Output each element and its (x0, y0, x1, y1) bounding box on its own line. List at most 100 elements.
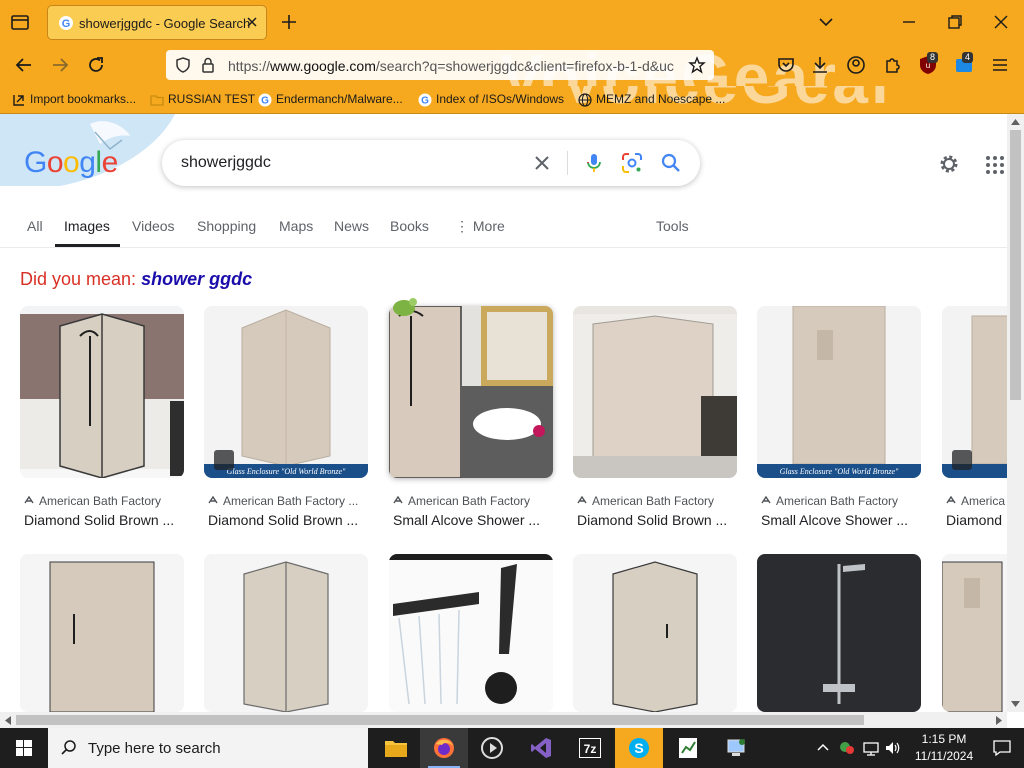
google-apps-icon[interactable] (984, 154, 1006, 176)
result-thumbnail[interactable] (942, 554, 1007, 712)
scrollbar-thumb[interactable] (1010, 130, 1021, 400)
tab-maps[interactable]: Maps (279, 218, 313, 234)
address-bar[interactable]: https://www.google.com/search?q=showerjg… (166, 50, 714, 80)
shield-icon[interactable] (174, 56, 192, 74)
horizontal-scrollbar[interactable] (0, 712, 1007, 728)
scroll-left-icon[interactable] (4, 716, 12, 725)
google-lens-icon[interactable] (620, 151, 644, 175)
search-input[interactable]: showerjggdc (181, 154, 271, 172)
gear-icon[interactable] (937, 152, 961, 176)
taskbar-system-app[interactable] (712, 728, 760, 768)
bookmark-endermanch[interactable]: G Endermanch/Malware... (258, 92, 403, 108)
tab-shopping[interactable]: Shopping (197, 218, 256, 234)
list-all-tabs-icon[interactable] (10, 12, 30, 32)
taskbar-skype[interactable]: S (615, 728, 663, 768)
notification-center-icon[interactable] (992, 738, 1012, 758)
downloads-icon[interactable] (809, 54, 831, 76)
bookmark-memz[interactable]: MEMZ and Noescape ... (578, 92, 725, 108)
result-title[interactable]: Diamond Solid Brown ... (208, 512, 366, 528)
result-title[interactable]: Small Alcove Shower ... (761, 512, 919, 528)
result-thumbnail[interactable] (389, 554, 553, 712)
result-thumbnail[interactable] (389, 306, 553, 478)
bookmark-star-icon[interactable] (688, 56, 706, 74)
taskbar-media-player[interactable] (468, 728, 516, 768)
result-source[interactable]: American Bath Factory (761, 494, 919, 508)
taskbar-7zip[interactable]: 7z (566, 728, 614, 768)
result-title[interactable]: Small Alcove Shower ... (393, 512, 551, 528)
lock-icon[interactable] (200, 56, 216, 74)
taskbar-notepad-app[interactable] (664, 728, 712, 768)
chevron-down-icon[interactable] (816, 12, 836, 32)
close-window-icon[interactable] (991, 12, 1011, 32)
pocket-icon[interactable] (775, 54, 797, 76)
vertical-scrollbar[interactable] (1007, 114, 1024, 712)
bookmark-index-isos[interactable]: G Index of /ISOs/Windows (418, 92, 564, 108)
scroll-down-icon[interactable] (1011, 700, 1020, 708)
windows-taskbar: Type here to search 7z S 1:15 PM 11/11/2… (0, 728, 1024, 768)
source-name: American Bath Factory ... (223, 494, 359, 508)
clear-search-icon[interactable] (532, 153, 552, 173)
extensions-icon[interactable] (881, 54, 903, 76)
tab-news[interactable]: News (334, 218, 369, 234)
result-source[interactable]: American Bath Factory ... (208, 494, 366, 508)
source-favicon-icon (577, 495, 587, 504)
hamburger-menu-icon[interactable] (989, 54, 1011, 76)
search-submit-icon[interactable] (659, 151, 683, 175)
taskbar-clock[interactable]: 1:15 PM 11/11/2024 (904, 731, 984, 765)
source-name: American Bath Factory (408, 494, 531, 508)
taskbar-visual-studio[interactable] (517, 728, 565, 768)
result-thumbnail[interactable] (20, 306, 184, 478)
result-thumbnail[interactable] (20, 554, 184, 712)
microphone-icon[interactable] (582, 151, 606, 175)
url-text[interactable]: https://www.google.com/search?q=showerjg… (228, 58, 683, 74)
tab-images[interactable]: Images (64, 218, 110, 234)
google-logo[interactable]: Google (24, 146, 118, 180)
tab-all[interactable]: All (27, 218, 43, 234)
google-g-icon: G (258, 93, 272, 107)
volume-icon[interactable] (884, 739, 902, 757)
result-thumbnail[interactable]: Glass Enclosure "Old World Bronze" (757, 306, 921, 478)
result-title[interactable]: Diamond Solid Brown ... (24, 512, 182, 528)
result-thumbnail[interactable] (757, 554, 921, 712)
result-thumbnail[interactable] (573, 554, 737, 712)
result-title[interactable]: Diamond (946, 512, 1007, 528)
tab-more[interactable]: ⋮ More (455, 218, 505, 235)
navigation-toolbar: VoiceGear https://www.google.com/search?… (0, 44, 1024, 86)
showerhead-image (389, 554, 553, 712)
bookmark-russian-test[interactable]: RUSSIAN TEST (150, 92, 255, 108)
network-icon[interactable] (862, 739, 880, 757)
new-tab-button[interactable] (279, 12, 299, 32)
tools-button[interactable]: Tools (656, 218, 689, 234)
result-thumbnail[interactable] (204, 554, 368, 712)
result-thumbnail[interactable] (573, 306, 737, 478)
back-arrow-icon[interactable] (13, 54, 35, 76)
tray-app-icon[interactable] (838, 739, 856, 757)
restore-icon[interactable] (945, 12, 965, 32)
scroll-up-icon[interactable] (1011, 118, 1020, 126)
windows-start-icon[interactable] (0, 728, 48, 768)
result-source[interactable]: America (946, 494, 1007, 508)
forward-arrow-icon[interactable] (49, 54, 71, 76)
close-tab-icon[interactable] (244, 14, 260, 30)
bookmark-label: Import bookmarks... (30, 92, 137, 106)
account-icon[interactable] (845, 54, 867, 76)
result-title[interactable]: Diamond Solid Brown ... (577, 512, 735, 528)
taskbar-file-explorer[interactable] (372, 728, 420, 768)
result-source[interactable]: American Bath Factory (577, 494, 735, 508)
scroll-right-icon[interactable] (995, 716, 1003, 725)
bookmark-import[interactable]: Import bookmarks... (12, 92, 136, 108)
chevron-up-icon[interactable] (814, 739, 832, 757)
reload-icon[interactable] (85, 54, 107, 76)
result-source[interactable]: American Bath Factory (24, 494, 182, 508)
search-box[interactable]: showerjggdc (162, 140, 700, 186)
taskbar-search-box[interactable]: Type here to search (48, 728, 368, 768)
tab-videos[interactable]: Videos (132, 218, 175, 234)
minimize-icon[interactable] (899, 12, 919, 32)
scrollbar-thumb[interactable] (16, 715, 864, 725)
taskbar-firefox[interactable] (420, 728, 468, 768)
tab-books[interactable]: Books (390, 218, 429, 234)
result-source[interactable]: American Bath Factory (393, 494, 551, 508)
spelling-suggestion-link[interactable]: shower ggdc (141, 269, 252, 289)
browser-tab[interactable]: G showerjggdc - Google Search (47, 5, 267, 40)
source-favicon-icon (946, 495, 956, 504)
